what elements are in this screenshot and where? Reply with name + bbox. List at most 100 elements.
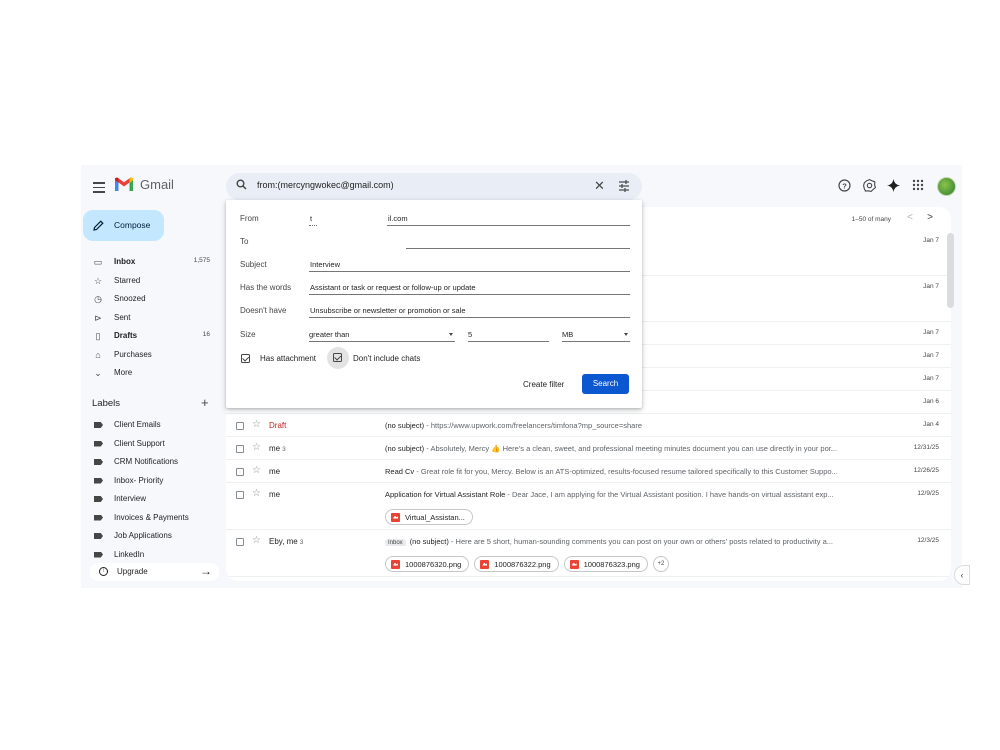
star-icon[interactable]: ☆ xyxy=(252,465,261,477)
row-sender: Eby, me 3 xyxy=(269,537,303,546)
sidebar-item-label: Starred xyxy=(114,275,141,285)
has-words-label: Has the words xyxy=(240,283,292,292)
row-checkbox[interactable] xyxy=(236,468,244,476)
gemini-icon[interactable] xyxy=(887,179,900,192)
attachment-chip[interactable]: 1000876322.png xyxy=(474,556,559,572)
star-icon[interactable]: ☆ xyxy=(252,488,261,500)
subject-text: (no subject) xyxy=(385,421,425,430)
sidebar-item[interactable]: ▯ Drafts 16 xyxy=(81,327,216,346)
sidebar-item[interactable]: ☆ Starred xyxy=(81,272,216,291)
label-icon xyxy=(94,551,103,558)
close-icon[interactable]: ✕ xyxy=(594,178,605,194)
label-item[interactable]: Inbox- Priority xyxy=(81,472,216,491)
label-icon xyxy=(94,514,103,521)
label-text: Invoices & Payments xyxy=(114,512,189,522)
row-checkbox[interactable] xyxy=(236,538,244,546)
doesnt-have-field[interactable]: Unsubscribe or newsletter or promotion o… xyxy=(309,306,630,318)
apps-icon[interactable] xyxy=(912,179,924,191)
attachment-name: Virtual_Assistan... xyxy=(405,512,465,522)
search-input[interactable]: from:(mercyngwokec@gmail.com) xyxy=(257,180,394,190)
has-attachment-checkbox[interactable] xyxy=(241,354,250,363)
search-icon[interactable] xyxy=(236,179,247,190)
table-row[interactable]: ☆ Draft (no subject) - https://www.upwork.… xyxy=(226,414,951,437)
more-attachments[interactable]: +2 xyxy=(652,556,669,572)
image-icon xyxy=(569,559,579,569)
attachment-chip[interactable]: 1000876323.png xyxy=(563,556,648,572)
size-value-field[interactable]: 5 xyxy=(468,330,549,342)
caret-down-icon xyxy=(624,333,628,336)
compose-button[interactable]: Compose xyxy=(83,210,164,241)
sidebar-item[interactable]: ◷ Snoozed xyxy=(81,290,216,309)
nav-list: ▭ Inbox 1,575 ☆ Starred ◷ Snoozed ⊳ Sent ▯ Drafts 1… xyxy=(81,253,216,383)
inbox-badge[interactable]: Inbox xyxy=(385,539,406,546)
arrow-right-icon: → xyxy=(200,564,212,578)
row-sender: Draft xyxy=(269,421,288,430)
snippet-text: - Absolutely, Mercy 👍 Here's a clean, sw… xyxy=(424,444,838,453)
chevron-left-icon[interactable]: ‹ xyxy=(954,565,970,585)
subject-field[interactable]: Interview xyxy=(309,260,630,272)
table-row[interactable]: ☆ Eby, me 3 Inbox (no subject) - Here are 5 … xyxy=(226,530,951,577)
star-icon[interactable]: ☆ xyxy=(252,535,261,547)
row-checkbox[interactable] xyxy=(236,445,244,453)
from-field[interactable]: t xyxy=(309,214,317,226)
sidebar-item[interactable]: ⊳ Sent xyxy=(81,309,216,328)
row-checkbox[interactable] xyxy=(236,491,244,499)
attachment-chip[interactable]: Virtual_Assistan... xyxy=(385,509,473,525)
search-bar[interactable]: from:(mercyngwokec@gmail.com) ✕ xyxy=(226,173,642,200)
labels-heading: Labels xyxy=(92,398,120,409)
label-item[interactable]: CRM Notifications xyxy=(81,453,216,472)
from-label: From xyxy=(240,214,259,223)
attachment-chip[interactable]: 1000876320.png xyxy=(385,556,470,572)
settings-icon[interactable] xyxy=(863,179,876,192)
avatar[interactable] xyxy=(937,177,956,196)
label-text: Job Applications xyxy=(114,531,172,540)
sidebar-item[interactable]: ▭ Inbox 1,575 xyxy=(81,253,216,272)
size-unit-select[interactable]: MB xyxy=(562,330,630,342)
thread-count: 3 xyxy=(282,446,286,453)
table-row[interactable]: ☆ me 3 (no subject) - Absolutely, Mercy 👍 H… xyxy=(226,437,951,460)
caret-down-icon xyxy=(449,333,453,336)
label-icon xyxy=(94,440,103,447)
add-label-icon[interactable]: + xyxy=(201,395,209,410)
sidebar-item-label: Inbox xyxy=(114,257,136,266)
sidebar-item-label: More xyxy=(114,368,133,377)
star-icon[interactable]: ☆ xyxy=(252,419,261,431)
sender-name: me xyxy=(269,467,281,476)
has-words-field[interactable]: Assistant or task or request or follow-u… xyxy=(309,283,630,295)
table-row[interactable]: ☆ me Application for Virtual Assistant Rol… xyxy=(226,483,951,530)
from-field-email[interactable]: il.com xyxy=(387,214,630,226)
label-item[interactable]: Client Support xyxy=(81,435,216,454)
label-item[interactable]: Interview xyxy=(81,490,216,509)
upgrade-button[interactable]: ↑ Upgrade → xyxy=(90,563,219,581)
search-button[interactable]: Search xyxy=(582,374,629,394)
star-icon: ☆ xyxy=(93,275,103,286)
row-date: Jan 7 xyxy=(923,329,939,336)
snippet-text: - Dear Jace, I am applying for the Virtu… xyxy=(505,490,834,499)
to-field[interactable] xyxy=(406,237,630,249)
sidebar-item[interactable]: ⌂ Purchases xyxy=(81,346,216,365)
row-subject: Inbox (no subject) - Here are 5 short, hu… xyxy=(385,537,905,546)
create-filter-button[interactable]: Create filter xyxy=(523,380,564,389)
label-item[interactable]: LinkedIn xyxy=(81,546,216,558)
attachment-chips: 1000876320.png 1000876322.png 1000876323.p… xyxy=(385,556,669,572)
scrollbar[interactable] xyxy=(947,233,954,308)
help-icon[interactable]: ? xyxy=(838,179,851,192)
doesnt-have-row: Doesn't have Unsubscribe or newsletter o… xyxy=(240,306,630,318)
sidebar-item[interactable]: ⌄ More xyxy=(81,364,216,383)
chevron-left-icon[interactable]: < xyxy=(907,212,913,223)
gmail-logo[interactable]: Gmail xyxy=(114,177,174,192)
dont-include-chats-checkbox[interactable] xyxy=(333,353,342,362)
label-text: Client Emails xyxy=(114,420,161,429)
label-item[interactable]: Invoices & Payments xyxy=(81,509,216,528)
star-icon[interactable]: ☆ xyxy=(252,442,261,454)
size-operator-select[interactable]: greater than xyxy=(309,330,455,342)
label-item[interactable]: Client Emails xyxy=(81,416,216,435)
label-icon xyxy=(94,422,103,428)
label-item[interactable]: Job Applications xyxy=(81,527,216,546)
row-checkbox[interactable] xyxy=(236,422,244,430)
table-row[interactable]: ☆ me Read Cv - Great role fit for you, Mer… xyxy=(226,460,951,483)
chevron-right-icon[interactable]: > xyxy=(927,212,933,223)
row-date: 12/31/25 xyxy=(913,444,939,451)
menu-icon[interactable] xyxy=(93,182,105,193)
search-options-icon[interactable] xyxy=(618,180,630,192)
